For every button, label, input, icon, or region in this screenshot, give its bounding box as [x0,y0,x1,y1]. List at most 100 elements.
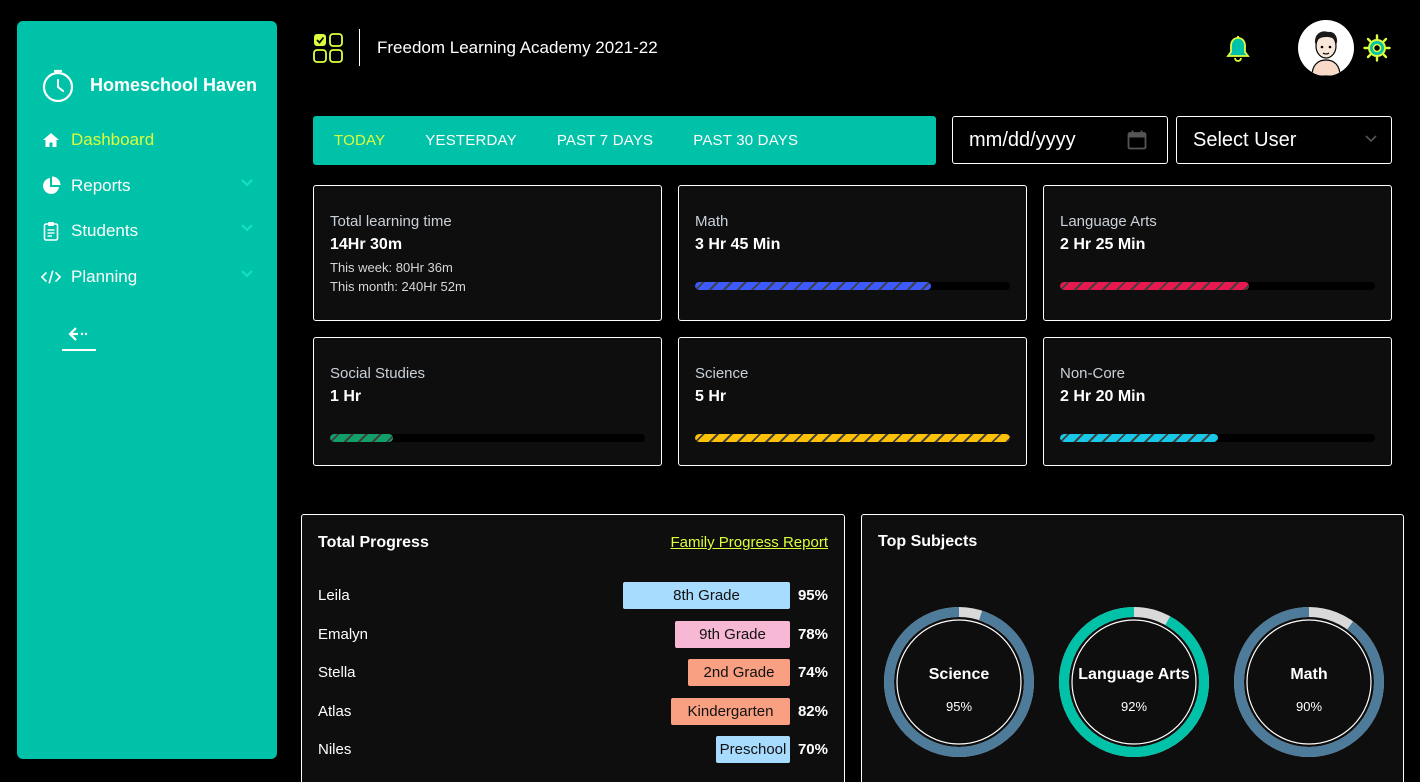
student-name: Niles [318,741,352,758]
card-title: Science [695,365,749,382]
collapse-arrow-icon [68,327,88,341]
chevron-down-icon [241,270,253,278]
student-percent: 70% [797,741,828,758]
student-name: Leila [318,587,350,604]
tab-yesterday[interactable]: YESTERDAY [425,132,517,149]
collapse-underline [62,349,96,351]
donut-percent: 92% [1120,699,1148,714]
chevron-down-icon [1365,135,1377,143]
settings-gear-icon[interactable] [1363,34,1391,62]
date-input-placeholder: mm/dd/yyyy [969,128,1076,151]
avatar[interactable] [1298,20,1354,76]
student-name: Atlas [318,703,352,720]
card-value: 1 Hr [330,388,362,405]
student-percent: 95% [797,587,828,604]
stat-card-science: Science 5 Hr [678,337,1027,466]
progress-bar [1060,282,1375,290]
family-progress-report-link[interactable]: Family Progress Report [670,534,828,551]
card-value: 14Hr 30m [330,236,403,253]
progress-bar-fill [1060,282,1249,290]
progress-bar [695,434,1010,442]
progress-row[interactable]: Atlas Kindergarten 82% [318,698,828,726]
student-name: Emalyn [318,626,369,643]
sidebar-item-label: Dashboard [71,130,155,149]
sidebar-collapse-button[interactable] [62,327,96,351]
grade-badge: 9th Grade [675,621,790,648]
card-title: Social Studies [330,365,426,382]
calendar-icon[interactable] [1127,130,1147,150]
select-user-dropdown[interactable]: Select User [1176,116,1392,164]
stat-card-non-core: Non-Core 2 Hr 20 Min [1043,337,1392,466]
header-divider [359,29,360,66]
donut-percent: 90% [1295,699,1323,714]
subject-donut[interactable]: Language Arts 92% [1057,605,1211,759]
card-value: 3 Hr 45 Min [695,236,781,253]
chevron-down-icon [241,224,253,232]
brand-name: Homeschool Haven [90,74,258,95]
student-percent: 78% [797,626,828,643]
card-title: Language Arts [1060,213,1157,230]
subject-donut[interactable]: Science 95% [882,605,1036,759]
sidebar-item-students[interactable]: Students [41,218,253,244]
user-avatar-icon [1311,31,1341,76]
sidebar-item-label: Planning [71,267,138,286]
home-icon [41,130,61,150]
stat-card-social-studies: Social Studies 1 Hr [313,337,662,466]
card-title: Non-Core [1060,365,1126,382]
page-title: Freedom Learning Academy 2021-22 [377,38,658,57]
progress-row[interactable]: Emalyn 9th Grade 78% [318,621,828,649]
progress-bar [1060,434,1375,442]
grade-badge: Kindergarten [671,698,790,725]
sidebar-item-label: Students [71,221,139,240]
sidebar-item-label: Reports [71,176,131,195]
card-value: 5 Hr [695,388,727,405]
progress-bar-fill [330,434,393,442]
progress-row[interactable]: Stella 2nd Grade 74% [318,659,828,687]
tab-past-30-days[interactable]: PAST 30 DAYS [693,132,798,149]
donut-label: Language Arts [1078,666,1190,683]
tab-past-7-days[interactable]: PAST 7 DAYS [557,132,653,149]
brand[interactable]: Homeschool Haven [41,68,257,102]
panel-title: Top Subjects [878,533,978,550]
sidebar-item-planning[interactable]: Planning [41,264,253,290]
progress-bar-fill [695,434,1010,442]
subject-donut[interactable]: Math 90% [1232,605,1386,759]
student-percent: 82% [797,703,828,720]
clipboard-icon [41,221,61,241]
progress-bar-fill [695,282,932,290]
total-progress-panel: Total Progress Family Progress Report Le… [301,514,845,782]
card-value: 2 Hr 20 Min [1060,388,1146,405]
panel-title: Total Progress [318,534,429,551]
donut-label: Science [928,666,990,683]
grade-badge: 2nd Grade [688,659,790,686]
pie-chart-icon [41,176,61,196]
card-week-total: This week: 80Hr 36m [330,260,453,275]
sidebar-item-dashboard[interactable]: Dashboard [41,127,253,153]
card-title: Math [695,213,729,230]
apps-grid-icon[interactable] [313,33,343,63]
chevron-down-icon [241,179,253,187]
progress-row[interactable]: Leila 8th Grade 95% [318,582,828,610]
student-name: Stella [318,664,356,681]
bell-icon[interactable] [1226,35,1250,63]
sidebar: Homeschool Haven Dashboard Reports Stude… [17,21,277,759]
date-input[interactable]: mm/dd/yyyy [952,116,1168,164]
donut-label: Math [1290,666,1328,683]
progress-bar-fill [1060,434,1218,442]
progress-bar [330,434,645,442]
stat-card-language-arts: Language Arts 2 Hr 25 Min [1043,185,1392,321]
stat-card-math: Math 3 Hr 45 Min [678,185,1027,321]
code-icon [41,267,61,287]
progress-row[interactable]: Niles Preschool 70% [318,736,828,764]
time-range-tabs: TODAY YESTERDAY PAST 7 DAYS PAST 30 DAYS [313,116,936,165]
sidebar-item-reports[interactable]: Reports [41,173,253,199]
stat-card-total-learning: Total learning time 14Hr 30m This week: … [313,185,662,321]
card-month-total: This month: 240Hr 52m [330,279,466,294]
stopwatch-icon [42,69,74,102]
card-title: Total learning time [330,213,452,230]
grade-badge: 8th Grade [623,582,790,609]
tab-today[interactable]: TODAY [334,132,385,149]
progress-bar [695,282,1010,290]
card-value: 2 Hr 25 Min [1060,236,1146,253]
select-user-value: Select User [1193,128,1297,151]
